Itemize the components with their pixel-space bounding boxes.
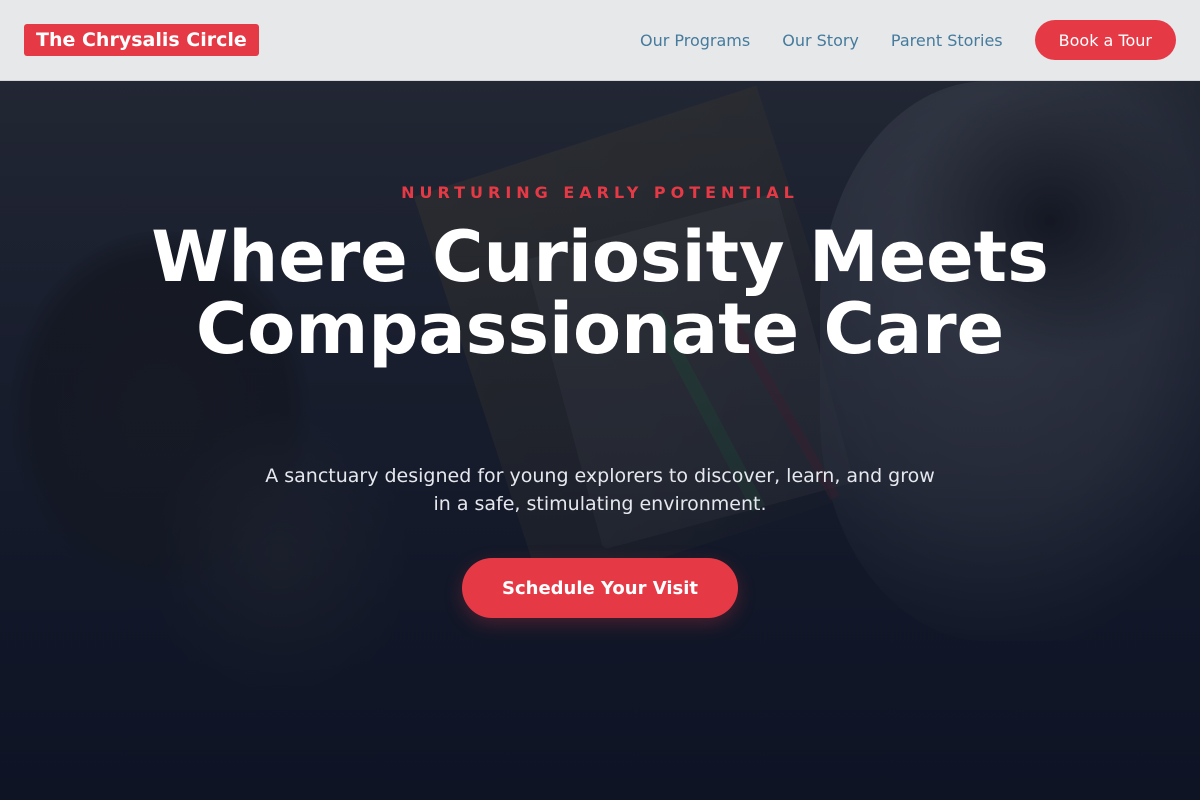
hero-eyebrow: NURTURING EARLY POTENTIAL — [401, 183, 799, 202]
hero-section: NURTURING EARLY POTENTIAL Where Curiosit… — [0, 81, 1200, 800]
hero-headline: Where Curiosity Meets Compassionate Care — [151, 216, 1049, 370]
hero-subtitle: A sanctuary designed for young explorers… — [265, 465, 935, 515]
book-tour-button[interactable]: Book a Tour — [1034, 20, 1176, 60]
nav-link-parent-stories[interactable]: Parent Stories — [891, 31, 1003, 50]
nav-link-our-programs[interactable]: Our Programs — [640, 31, 750, 50]
site-header: The Chrysalis Circle Our Programs Our St… — [0, 0, 1200, 81]
nav-link-our-story[interactable]: Our Story — [782, 31, 859, 50]
schedule-visit-button[interactable]: Schedule Your Visit — [462, 558, 738, 618]
main-nav: Our Programs Our Story Parent Stories Bo… — [640, 20, 1176, 60]
site-logo[interactable]: The Chrysalis Circle — [24, 24, 259, 56]
